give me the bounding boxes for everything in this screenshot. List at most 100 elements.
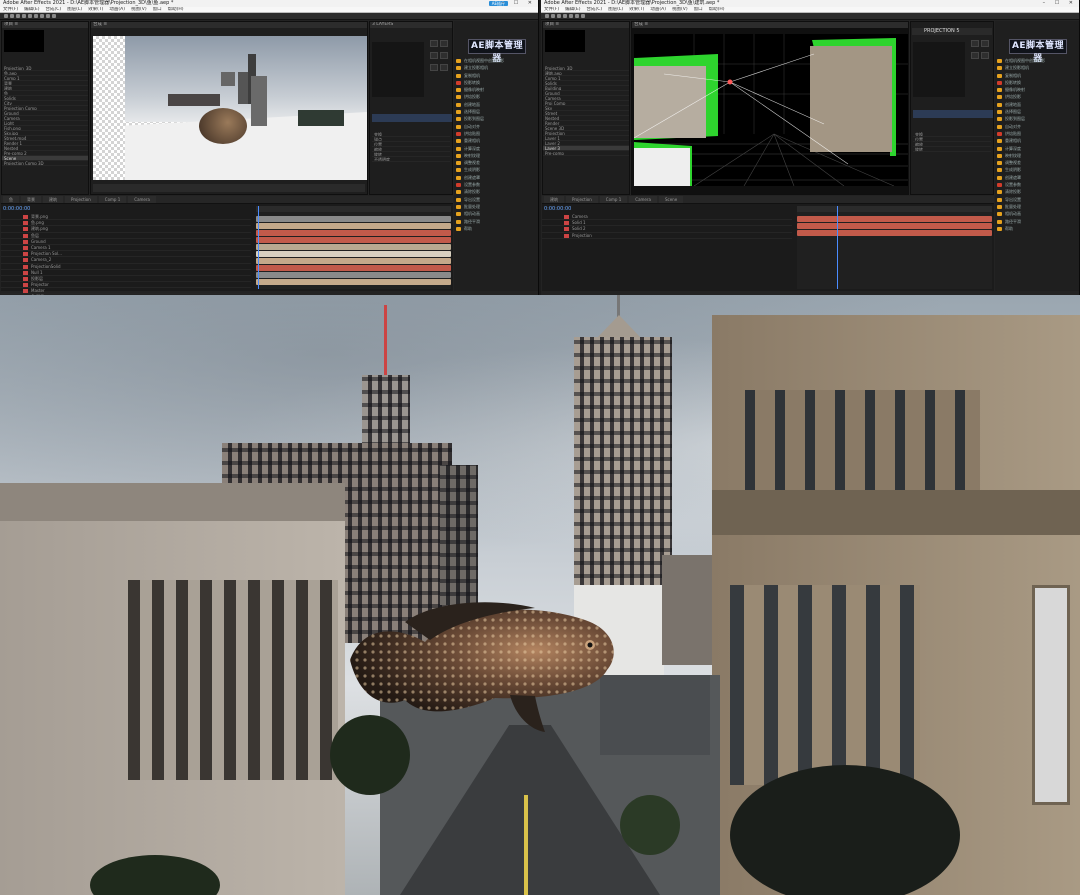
projection-toggle-row[interactable] <box>913 110 993 118</box>
script-item[interactable]: 批量处理 <box>995 203 1079 210</box>
timeline-tab[interactable]: Projection <box>566 196 598 203</box>
script-item[interactable]: 批量处理 <box>454 203 538 210</box>
script-item[interactable]: 计算深度 <box>995 145 1079 152</box>
select-tool-icon[interactable] <box>4 14 8 18</box>
menu-edit[interactable]: 编辑(E) <box>24 7 39 12</box>
track-bar[interactable] <box>256 279 451 285</box>
timeline-tracks[interactable] <box>797 206 992 289</box>
script-item[interactable]: 路径平滑 <box>454 218 538 225</box>
track-bar[interactable] <box>256 251 451 257</box>
camera-tool-icon[interactable] <box>28 14 32 18</box>
script-item[interactable]: 投影到图层 <box>995 115 1079 122</box>
layer-color-label[interactable] <box>23 276 28 281</box>
menu-file[interactable]: 文件(F) <box>3 7 18 12</box>
layer-color-label[interactable] <box>23 258 28 263</box>
timeline-tab[interactable]: 建筑 <box>544 196 564 203</box>
track-bar[interactable] <box>256 265 451 271</box>
menu-help[interactable]: 帮助(H) <box>168 7 184 12</box>
distribute-button[interactable] <box>430 64 438 71</box>
window-controls[interactable]: – ☐ ✕ <box>502 0 536 7</box>
camera-icon[interactable] <box>727 79 733 85</box>
menu-animation[interactable]: 动画(A) <box>650 7 666 12</box>
rotate-tool-icon[interactable] <box>22 14 26 18</box>
layer-color-label[interactable] <box>23 227 28 232</box>
layer-color-label[interactable] <box>23 252 28 257</box>
script-item[interactable]: 重建相机 <box>995 137 1079 144</box>
layer-color-label[interactable] <box>23 270 28 275</box>
script-item[interactable]: 映射纹理 <box>995 152 1079 159</box>
align-right-button[interactable] <box>981 40 989 47</box>
track-bar[interactable] <box>256 230 451 236</box>
projection-toggle-row[interactable] <box>372 114 452 122</box>
menu-animation[interactable]: 动画(A) <box>109 7 125 12</box>
playhead[interactable] <box>258 206 259 289</box>
track-bar[interactable] <box>797 230 992 236</box>
script-item[interactable]: 在相机视图中创建投影 <box>995 57 1079 64</box>
script-item[interactable]: 创建遮罩 <box>454 174 538 181</box>
track-bar[interactable] <box>797 216 992 222</box>
track-bar[interactable] <box>256 272 451 278</box>
align-bottom-button[interactable] <box>981 52 989 59</box>
layer-color-label[interactable] <box>564 221 569 226</box>
property-row[interactable]: 不透明度 <box>372 157 450 162</box>
menu-file[interactable]: 文件(F) <box>544 7 559 12</box>
script-item[interactable]: 帮助 <box>995 225 1079 232</box>
menu-window[interactable]: 窗口 <box>694 7 703 12</box>
script-item[interactable]: 重建相机 <box>454 137 538 144</box>
script-item[interactable]: 选择图层 <box>995 108 1079 115</box>
script-item[interactable]: 帮助 <box>454 225 538 232</box>
script-item[interactable]: 投影转换 <box>454 79 538 86</box>
layer-color-label[interactable] <box>23 239 28 244</box>
script-item[interactable]: 烘焙贴图 <box>454 130 538 137</box>
script-item[interactable]: 自动对齐 <box>995 123 1079 130</box>
menu-effect[interactable]: 效果(T) <box>88 7 103 12</box>
align-right-button[interactable] <box>440 40 448 47</box>
viewer-footer-controls[interactable] <box>93 184 365 192</box>
align-bottom-button[interactable] <box>440 52 448 59</box>
layer-color-label[interactable] <box>23 245 28 250</box>
composition-viewer[interactable] <box>93 36 367 180</box>
timeline-tab[interactable]: Camera <box>128 196 156 203</box>
track-bar[interactable] <box>797 223 992 229</box>
align-left-button[interactable] <box>971 40 979 47</box>
track-bar[interactable] <box>256 244 451 250</box>
script-item[interactable]: 相机动画 <box>454 210 538 217</box>
script-item[interactable]: 导出设置 <box>454 196 538 203</box>
layer-color-label[interactable] <box>23 221 28 226</box>
timeline-tab[interactable]: 建筑 <box>43 196 63 203</box>
align-left-button[interactable] <box>430 40 438 47</box>
script-item[interactable]: 复制相机 <box>995 72 1079 79</box>
timeline-tab[interactable]: Comp 1 <box>599 196 628 203</box>
timeline-tab[interactable]: Camera <box>629 196 657 203</box>
timeline-tab[interactable]: 背景 <box>21 196 41 203</box>
track-bar[interactable] <box>256 223 451 229</box>
layer-color-label[interactable] <box>23 283 28 288</box>
script-item[interactable]: 摄像机映射 <box>454 86 538 93</box>
select-tool-icon[interactable] <box>545 14 549 18</box>
time-ruler[interactable] <box>256 206 451 212</box>
script-item[interactable]: 相机动画 <box>995 210 1079 217</box>
playhead[interactable] <box>837 206 838 289</box>
rotate-tool-icon[interactable] <box>563 14 567 18</box>
script-item[interactable]: 烘焙贴图 <box>995 130 1079 137</box>
track-bar[interactable] <box>256 258 451 264</box>
zoom-tool-icon[interactable] <box>557 14 561 18</box>
hand-tool-icon[interactable] <box>551 14 555 18</box>
window-controls[interactable]: – ☐ ✕ <box>1043 0 1077 7</box>
track-bar[interactable] <box>256 216 451 222</box>
menu-composition[interactable]: 合成(C) <box>586 7 602 12</box>
layer-color-label[interactable] <box>564 215 569 219</box>
script-item[interactable]: 建立投影相机 <box>995 64 1079 71</box>
script-item[interactable]: 在相机视图中创建投影 <box>454 57 538 64</box>
script-item[interactable]: 投影到图层 <box>454 115 538 122</box>
menu-view[interactable]: 视图(V) <box>131 7 147 12</box>
camera-tool-icon[interactable] <box>569 14 573 18</box>
script-item[interactable]: 生成阴影 <box>995 166 1079 173</box>
script-item[interactable]: 烘焙投影 <box>454 93 538 100</box>
timeline-tab[interactable]: Comp 1 <box>98 196 127 203</box>
script-item[interactable]: 选择图层 <box>454 108 538 115</box>
layer-color-label[interactable] <box>23 233 28 238</box>
timeline-tab[interactable]: 鱼 <box>3 196 19 203</box>
align-top-button[interactable] <box>430 52 438 59</box>
script-item[interactable]: 创建遮罩 <box>995 174 1079 181</box>
